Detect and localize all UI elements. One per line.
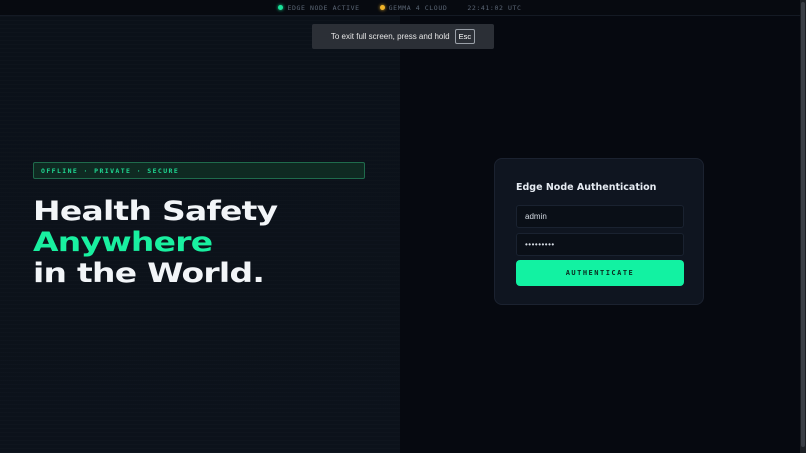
status-bar: EDGE NODE ACTIVE GEMMA 4 CLOUD 22:41:02 …: [0, 0, 800, 16]
edge-node-status-label: EDGE NODE ACTIVE: [287, 3, 360, 12]
scrollbar-thumb[interactable]: [801, 2, 805, 447]
auth-card: Edge Node Authentication admin •••••••••…: [494, 158, 704, 305]
auth-title: Edge Node Authentication: [516, 182, 657, 193]
headline-line-3: in the World.: [33, 258, 265, 289]
clock: 22:41:02 UTC: [467, 4, 521, 12]
esc-key-hint: Esc: [454, 28, 476, 45]
cloud-status: GEMMA 4 CLOUD: [379, 3, 448, 12]
status-dot-icon: [278, 5, 284, 10]
username-input[interactable]: admin: [516, 205, 684, 228]
headline-line-1: Health Safety: [33, 196, 278, 227]
password-input[interactable]: •••••••••: [516, 233, 684, 256]
headline-line-2: Anywhere: [33, 227, 213, 258]
hero-headline: Health Safety Anywhere in the World.: [33, 196, 472, 289]
fullscreen-toast-message: To exit full screen, press and hold: [330, 32, 450, 41]
clock-label: 22:41:02 UTC: [467, 3, 522, 12]
security-badge: OFFLINE · PRIVATE · SECURE: [33, 162, 365, 179]
fullscreen-toast: To exit full screen, press and hold Esc: [312, 24, 494, 49]
scrollbar[interactable]: [800, 0, 806, 453]
authenticate-button[interactable]: AUTHENTICATE: [516, 260, 684, 286]
cloud-status-label: GEMMA 4 CLOUD: [388, 3, 448, 12]
edge-node-status: EDGE NODE ACTIVE: [278, 4, 359, 12]
status-dot-icon: [379, 5, 385, 10]
